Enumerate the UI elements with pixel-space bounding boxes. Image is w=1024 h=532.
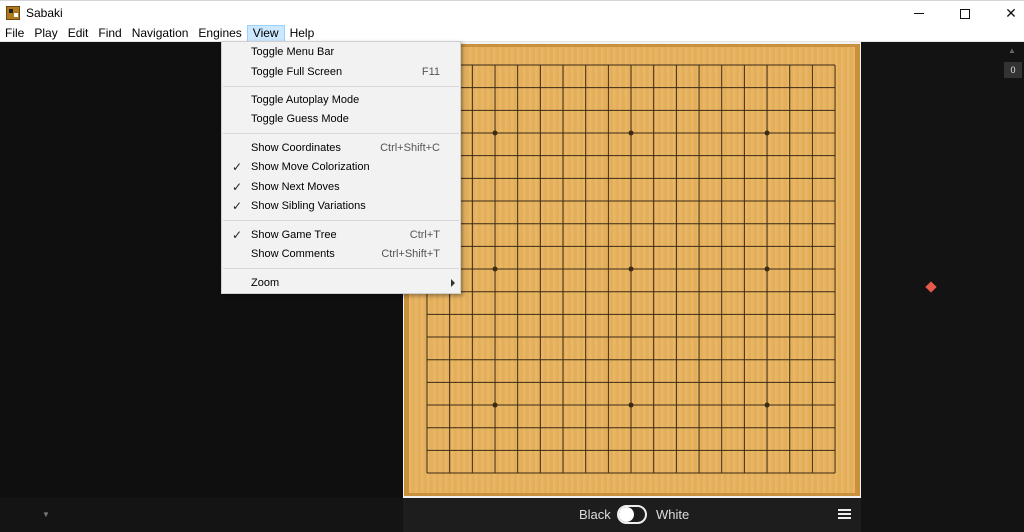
menu-item-show-coordinates[interactable]: Show Coordinates Ctrl+Shift+C — [222, 139, 460, 158]
menu-bar: File Play Edit Find Navigation Engines V… — [0, 25, 1024, 42]
checkmark-icon: ✓ — [232, 180, 243, 194]
menu-item-show-game-tree[interactable]: ✓ Show Game Tree Ctrl+T — [222, 226, 460, 245]
go-board[interactable] — [409, 47, 855, 493]
menu-item-toggle-autoplay[interactable]: Toggle Autoplay Mode — [222, 91, 460, 110]
toggle-knob — [619, 507, 634, 522]
menu-item-show-move-colorization[interactable]: ✓ Show Move Colorization — [222, 158, 460, 177]
star-point — [764, 402, 770, 408]
menu-item-toggle-guess[interactable]: Toggle Guess Mode — [222, 110, 460, 129]
star-point — [764, 130, 770, 136]
board-grid[interactable] — [409, 47, 855, 493]
minimize-button[interactable] — [896, 1, 942, 26]
scroll-up-arrow-icon[interactable]: ▲ — [1008, 46, 1016, 55]
checkmark-icon: ✓ — [232, 199, 243, 213]
checkmark-icon: ✓ — [232, 160, 243, 174]
menu-file[interactable]: File — [0, 25, 29, 42]
sabaki-app-icon — [6, 6, 20, 20]
game-tree-panel — [861, 42, 1024, 532]
menu-navigation[interactable]: Navigation — [127, 25, 194, 42]
menu-item-show-sibling-variations[interactable]: ✓ Show Sibling Variations — [222, 197, 460, 216]
menu-item-show-comments[interactable]: Show Comments Ctrl+Shift+T — [222, 245, 460, 264]
menu-view[interactable]: View — [246, 25, 285, 42]
submenu-arrow-icon — [451, 279, 455, 287]
menu-edit[interactable]: Edit — [63, 25, 94, 42]
menu-item-zoom[interactable]: Zoom — [222, 274, 460, 293]
menu-separator — [223, 133, 459, 134]
window-title: Sabaki — [26, 6, 63, 20]
checkmark-icon: ✓ — [232, 228, 243, 242]
star-point — [628, 266, 634, 272]
menu-item-show-next-moves[interactable]: ✓ Show Next Moves — [222, 178, 460, 197]
player-white-label: White — [656, 507, 690, 522]
left-sidebar-footer — [0, 498, 403, 532]
player-black-label: Black — [579, 507, 611, 522]
menu-find[interactable]: Find — [93, 25, 126, 42]
collapse-arrow-icon[interactable]: ▼ — [42, 510, 50, 519]
menu-separator — [223, 268, 459, 269]
current-player-toggle[interactable] — [617, 505, 647, 524]
star-point — [628, 402, 634, 408]
star-point — [492, 266, 498, 272]
menu-item-toggle-menu-bar[interactable]: Toggle Menu Bar — [222, 43, 460, 62]
hamburger-menu-icon[interactable] — [838, 509, 851, 520]
menu-separator — [223, 86, 459, 87]
menu-separator — [223, 220, 459, 221]
title-bar: Sabaki ✕ — [0, 0, 1024, 25]
star-point — [628, 130, 634, 136]
maximize-icon — [960, 8, 970, 19]
menu-item-toggle-full-screen[interactable]: Toggle Full Screen F11 — [222, 63, 460, 82]
star-point — [764, 266, 770, 272]
close-button[interactable]: ✕ — [988, 1, 1024, 26]
minimize-icon — [914, 13, 924, 14]
menu-help[interactable]: Help — [285, 25, 320, 42]
view-menu-dropdown: Toggle Menu Bar Toggle Full Screen F11 T… — [221, 41, 461, 294]
close-icon: ✕ — [1005, 5, 1017, 21]
menu-play[interactable]: Play — [29, 25, 62, 42]
star-point — [492, 402, 498, 408]
move-number-badge: 0 — [1004, 62, 1022, 78]
star-point — [492, 130, 498, 136]
maximize-button[interactable] — [942, 1, 988, 26]
menu-engines[interactable]: Engines — [193, 25, 246, 42]
